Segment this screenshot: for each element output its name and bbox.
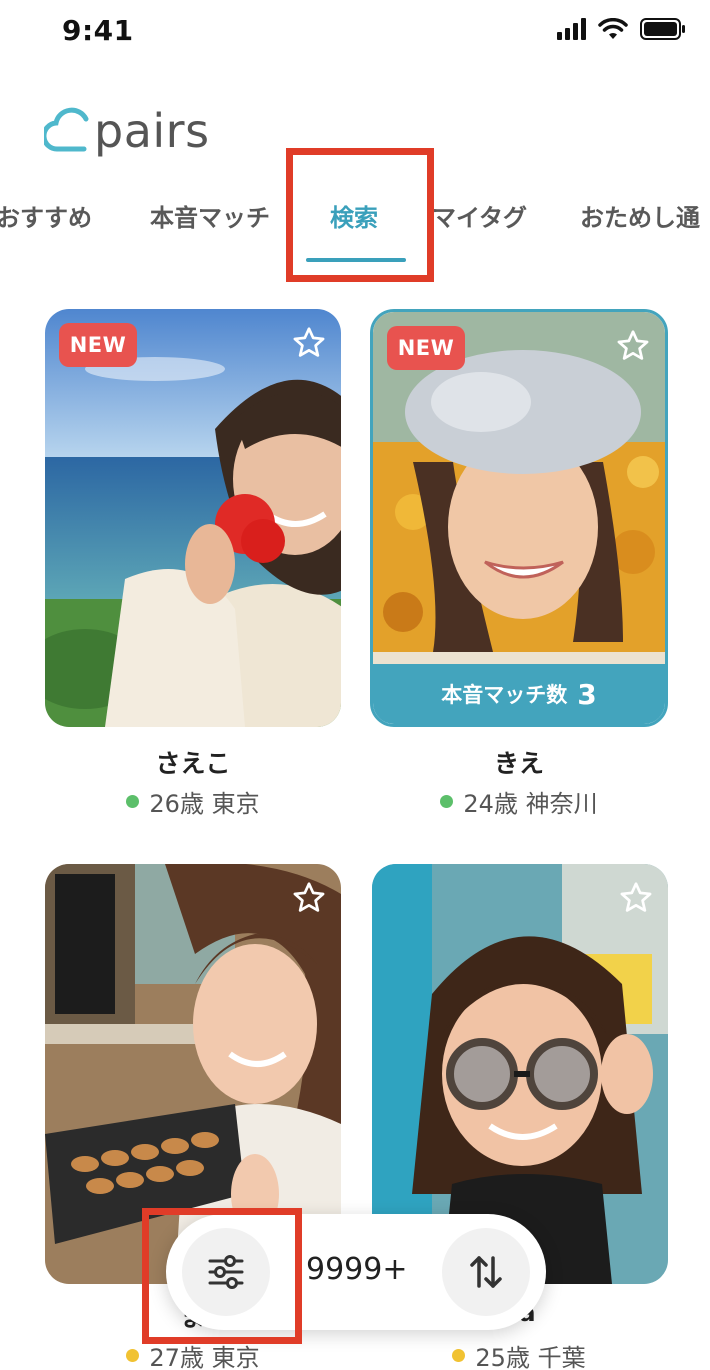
match-label: 本音マッチ数 bbox=[441, 683, 568, 707]
result-count: 9999+ bbox=[306, 1252, 408, 1287]
favorite-star-icon[interactable] bbox=[291, 880, 327, 916]
new-badge: NEW bbox=[59, 323, 137, 367]
profile-photo bbox=[45, 309, 341, 727]
profile-meta: 26歳 東京 bbox=[43, 784, 343, 819]
profile-meta: 25歳 千葉 bbox=[369, 1338, 669, 1370]
status-icons bbox=[557, 18, 686, 40]
honne-match-strip: 本音マッチ数 3 bbox=[373, 664, 665, 724]
match-count: 3 bbox=[577, 677, 597, 711]
age-location: 25歳 千葉 bbox=[475, 1344, 586, 1370]
status-dot bbox=[126, 1349, 140, 1362]
profile-card[interactable]: NEW bbox=[45, 309, 341, 727]
favorite-star-icon[interactable] bbox=[291, 325, 327, 361]
tab-honne-match[interactable]: 本音マッチ bbox=[150, 198, 270, 233]
search-screen: 9:41 pairs おすすめ 本音マッチ 検索 マイタグ おためし通 NEW … bbox=[0, 0, 710, 1370]
profile-name: きえ bbox=[493, 749, 544, 778]
pairs-logo: pairs bbox=[44, 104, 210, 158]
profile-name: さえこ bbox=[155, 749, 231, 778]
status-time: 9:41 bbox=[62, 14, 134, 47]
favorite-star-icon[interactable] bbox=[615, 328, 651, 364]
age-location: 26歳 東京 bbox=[149, 790, 260, 818]
profile-meta: 24歳 神奈川 bbox=[369, 784, 669, 819]
online-status-dot bbox=[440, 795, 454, 808]
status-dot bbox=[452, 1349, 466, 1362]
sort-arrows-icon bbox=[470, 1256, 502, 1288]
wifi-icon bbox=[598, 18, 628, 39]
tab-recommended[interactable]: おすすめ bbox=[0, 198, 92, 233]
tab-my-tag[interactable]: マイタグ bbox=[432, 198, 527, 233]
tab-trial[interactable]: おためし通 bbox=[580, 198, 700, 233]
online-status-dot bbox=[126, 795, 140, 808]
sort-button[interactable] bbox=[442, 1228, 530, 1316]
filter-button-highlight bbox=[142, 1208, 302, 1344]
search-tab-highlight bbox=[286, 148, 434, 282]
new-badge: NEW bbox=[387, 326, 465, 370]
cloud-logo-icon bbox=[44, 107, 89, 152]
cellular-signal-icon bbox=[557, 18, 586, 40]
battery-icon bbox=[640, 18, 685, 40]
age-location: 24歳 神奈川 bbox=[463, 790, 598, 818]
profile-card[interactable]: NEW 本音マッチ数 3 bbox=[370, 309, 668, 727]
favorite-star-icon[interactable] bbox=[618, 880, 654, 916]
logo-text: pairs bbox=[94, 104, 210, 158]
